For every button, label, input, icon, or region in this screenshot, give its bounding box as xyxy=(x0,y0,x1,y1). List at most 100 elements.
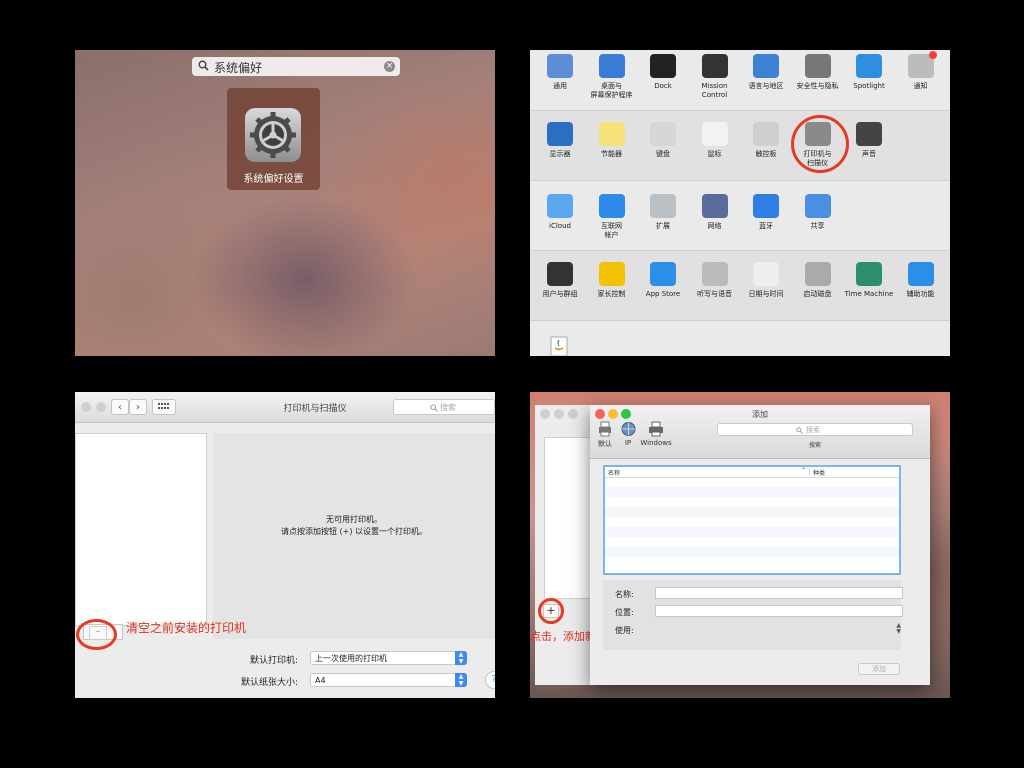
printer-list[interactable] xyxy=(75,433,207,626)
pref-label: 网络 xyxy=(707,222,722,230)
pref-language[interactable]: 语言与地区 xyxy=(740,54,792,91)
clear-icon[interactable]: × xyxy=(384,61,395,72)
internet-accounts-icon xyxy=(598,194,625,218)
zoom-button[interactable] xyxy=(568,409,578,419)
table-row xyxy=(605,487,899,497)
pref-mouse[interactable]: 鼠标 xyxy=(689,122,741,159)
pref-extensions[interactable]: 扩展 xyxy=(637,194,689,231)
chevron-updown-icon: ▲ ▼ xyxy=(896,622,901,635)
extensions-icon xyxy=(650,194,676,218)
column-kind[interactable]: 种类 xyxy=(813,468,825,477)
pref-energy[interactable]: 节能器 xyxy=(586,122,638,159)
dialog-search-placeholder: 搜索 xyxy=(806,426,820,434)
search-icon xyxy=(198,60,209,71)
pref-startup-disk[interactable]: 启动磁盘 xyxy=(792,262,844,299)
use-label: 使用: xyxy=(615,626,634,635)
java-icon[interactable] xyxy=(550,336,568,356)
pref-parental[interactable]: 家长控制 xyxy=(586,262,638,299)
pref-label: 辅助功能 xyxy=(906,290,935,298)
pref-sharing[interactable]: 共享 xyxy=(792,194,844,231)
pref-label: 键盘 xyxy=(656,150,670,158)
location-field[interactable] xyxy=(655,605,903,617)
desktop-icon xyxy=(598,54,625,78)
globe-icon xyxy=(621,422,635,436)
pref-security[interactable]: 安全性与隐私 xyxy=(792,54,844,91)
tool-default-label: 默认 xyxy=(598,440,612,448)
use-select[interactable]: ▲ ▼ xyxy=(655,623,903,635)
sort-chevron-icon: ⌃ xyxy=(801,467,807,474)
pref-label: 语言与地区 xyxy=(748,82,784,90)
dialog-title: 添加 xyxy=(752,410,768,419)
pref-dock[interactable]: Dock xyxy=(637,54,689,91)
pref-app-store[interactable]: App Store xyxy=(637,262,689,299)
spotlight-search-field[interactable]: 系统偏好 × xyxy=(192,57,400,76)
spotlight-panel: 系统偏好 × 系统偏好设置 xyxy=(75,50,495,356)
search-caption: 搜索 xyxy=(808,442,821,449)
close-button[interactable] xyxy=(540,409,550,419)
column-name[interactable]: 名称 xyxy=(608,468,620,477)
sound-icon xyxy=(856,122,882,146)
chevron-updown-icon: ▲ ▼ xyxy=(455,673,467,687)
location-label: 位置: xyxy=(615,608,634,617)
windows-printer-icon xyxy=(649,421,663,437)
network-icon xyxy=(701,194,728,218)
pref-label: 声音 xyxy=(862,150,876,158)
pref-accessibility[interactable]: 辅助功能 xyxy=(895,262,947,299)
users-icon xyxy=(547,262,573,286)
tool-ip-label: IP xyxy=(624,439,632,447)
pref-dictation[interactable]: 听写与语音 xyxy=(689,262,741,299)
paper-size-select[interactable]: A4 ▲ ▼ xyxy=(310,673,467,687)
pref-label: 鼠标 xyxy=(707,150,722,158)
pref-label: App Store xyxy=(645,290,681,298)
tool-ip[interactable]: IP xyxy=(620,421,636,447)
pref-label: 共享 xyxy=(810,222,825,230)
pref-time-machine[interactable]: Time Machine xyxy=(843,262,895,299)
table-row xyxy=(605,527,899,537)
pref-trackpad[interactable]: 触控板 xyxy=(740,122,792,159)
pref-users[interactable]: 用户与群组 xyxy=(534,262,586,299)
spotlight-result-label: 系统偏好设置 xyxy=(243,174,304,185)
pref-label: 安全性与隐私 xyxy=(796,82,839,90)
pref-notifications[interactable]: 通知 xyxy=(895,51,947,91)
pref-keyboard[interactable]: 键盘 xyxy=(637,122,689,159)
tool-default[interactable]: 默认 xyxy=(596,421,614,449)
notifications-icon xyxy=(907,51,937,78)
pref-internet-accounts[interactable]: 互联网 帐户 xyxy=(586,194,638,240)
pref-bluetooth[interactable]: 蓝牙 xyxy=(740,194,792,231)
pref-spotlight[interactable]: Spotlight xyxy=(843,54,895,91)
name-label: 名称: xyxy=(615,590,634,599)
name-field[interactable] xyxy=(655,587,903,599)
default-printer-icon xyxy=(599,421,611,437)
pref-mission-control[interactable]: Mission Control xyxy=(689,54,741,100)
pref-label: 听写与语音 xyxy=(697,290,732,298)
spotlight-query[interactable]: 系统偏好 xyxy=(214,59,262,76)
dialog-search-field[interactable]: 搜索 xyxy=(717,423,913,436)
search-field[interactable]: 搜索 xyxy=(393,399,495,415)
printer-browser-table[interactable]: 名称 ⌃ 种类 xyxy=(603,465,901,575)
energy-icon xyxy=(598,122,625,146)
table-row xyxy=(605,547,899,557)
pref-label: 桌面与 屏幕保护程序 xyxy=(590,82,633,99)
default-printer-select[interactable]: 上一次使用的打印机 ▲ ▼ xyxy=(310,651,467,665)
pref-label: 节能器 xyxy=(601,150,622,158)
pref-icloud[interactable]: iCloud xyxy=(534,194,586,231)
help-button[interactable]: ? xyxy=(485,671,495,689)
search-icon xyxy=(430,404,438,412)
add-button[interactable]: 添加 xyxy=(858,663,900,675)
spotlight-result-system-preferences[interactable]: 系统偏好设置 xyxy=(227,88,320,190)
dock-icon xyxy=(650,54,676,78)
minimize-button[interactable] xyxy=(554,409,564,419)
pref-label: 启动磁盘 xyxy=(803,290,832,298)
pref-network[interactable]: 网络 xyxy=(689,194,741,231)
pref-general[interactable]: 通用 xyxy=(534,54,586,91)
window-toolbar: ‹ › 打印机与扫描仪 搜索 xyxy=(75,392,495,423)
tool-windows[interactable]: Windows xyxy=(640,421,672,447)
date-time-icon xyxy=(753,262,779,286)
add-highlight-circle xyxy=(538,598,564,624)
pref-desktop[interactable]: 桌面与 屏幕保护程序 xyxy=(586,54,638,100)
pref-display[interactable]: 显示器 xyxy=(534,122,586,159)
bluetooth-icon xyxy=(753,194,779,218)
search-placeholder: 搜索 xyxy=(440,403,456,412)
pref-sound[interactable]: 声音 xyxy=(843,122,895,159)
pref-date-time[interactable]: 日期与时间 xyxy=(740,262,792,299)
